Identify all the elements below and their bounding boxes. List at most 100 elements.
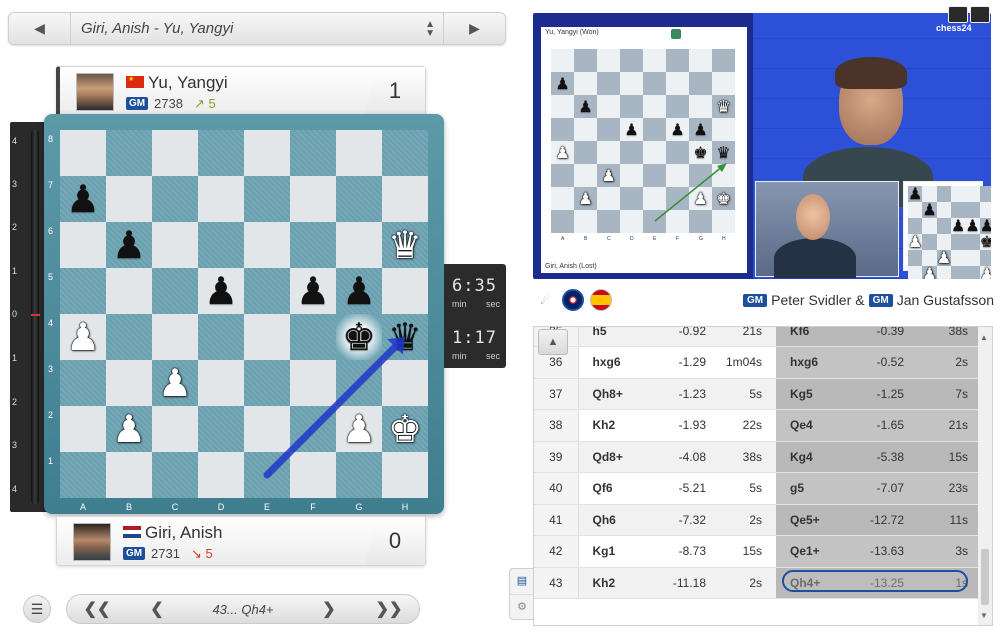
board-square[interactable] [382,360,428,406]
black-king-icon[interactable]: ♚ [342,318,376,356]
board-square[interactable] [290,314,336,360]
white-move[interactable]: Qh8+ [578,378,636,410]
board-square[interactable] [244,360,290,406]
scrollbar[interactable]: ▲ ▼ [978,327,992,625]
board-square[interactable] [60,452,106,498]
board-square[interactable] [965,250,980,266]
white-pawn-icon[interactable]: ♟ [937,250,951,266]
board-square[interactable] [106,314,152,360]
board-square[interactable] [244,130,290,176]
board-square[interactable]: ♟ [908,186,923,202]
black-pawn-icon[interactable]: ♟ [342,272,376,310]
board-square[interactable] [936,186,952,202]
board-square[interactable] [152,268,198,314]
board-square[interactable] [244,452,290,498]
board-square[interactable]: ♟ [951,218,966,234]
board-square[interactable] [922,234,937,250]
black-pawn-icon[interactable]: ♟ [922,202,936,218]
board-square[interactable] [152,406,198,452]
board-square[interactable] [60,222,106,268]
board-square[interactable]: ♟ [336,268,382,314]
board-square[interactable] [198,222,244,268]
board-square[interactable] [382,176,428,222]
white-move[interactable]: hxg6 [578,346,636,379]
board-square[interactable] [60,130,106,176]
black-pawn-icon[interactable]: ♟ [296,272,330,310]
board-square[interactable] [382,452,428,498]
board-square[interactable] [290,222,336,268]
board-square[interactable] [106,268,152,314]
prev-game-button[interactable]: ◀ [9,13,71,44]
board-square[interactable] [244,176,290,222]
board-square[interactable]: ♟ [336,406,382,452]
prev-move-button[interactable]: ❮ [127,595,187,623]
scroll-up-icon[interactable]: ▲ [980,333,988,342]
scroll-to-top-button[interactable]: ▲ [538,329,568,355]
board-square[interactable] [152,452,198,498]
white-move[interactable]: Qf6 [578,472,636,505]
board-square[interactable]: ♚ [979,234,991,250]
board-square[interactable]: ♟ [922,202,937,218]
popout-icon[interactable] [970,6,990,23]
board-square[interactable]: ♟ [106,406,152,452]
board-square[interactable] [198,314,244,360]
black-move[interactable]: Qe5+ [776,504,834,536]
board-square[interactable] [198,360,244,406]
next-game-button[interactable]: ▶ [443,13,505,44]
fullscreen-icon[interactable] [948,6,968,23]
black-move[interactable]: g5 [776,472,834,505]
white-move[interactable]: h5 [578,327,636,347]
board-square[interactable]: ♟ [908,234,923,250]
board-square[interactable]: ♟ [106,222,152,268]
board-square[interactable]: ♛ [382,314,428,360]
white-king-icon[interactable]: ♚ [388,410,422,448]
white-move[interactable]: Kg1 [578,535,636,568]
black-move[interactable]: Qe4 [776,409,834,442]
white-pawn-icon[interactable]: ♟ [342,410,376,448]
board-square[interactable] [979,186,991,202]
black-pawn-icon[interactable]: ♟ [204,272,238,310]
board-square[interactable] [951,250,966,266]
board-square[interactable] [290,452,336,498]
board-square[interactable] [106,452,152,498]
commentator-name[interactable]: Jan Gustafsson [897,292,994,308]
board-square[interactable] [198,130,244,176]
engine-tab-icon[interactable]: ⚙ [510,594,534,619]
board-square[interactable]: ♟ [198,268,244,314]
board-square[interactable] [244,222,290,268]
board-square[interactable] [244,268,290,314]
board-square[interactable] [936,218,952,234]
uk-flag-icon[interactable] [562,289,584,311]
black-pawn-icon[interactable]: ♟ [908,186,922,202]
board-square[interactable]: ♟ [922,266,937,279]
board-square[interactable] [198,452,244,498]
board-square[interactable] [936,266,952,279]
notation-tab-icon[interactable]: ▤ [510,569,534,594]
video-player[interactable]: chess24 Yu, Yangyi (Won) ♟ ♟ ♛ ♟ ♟ ♟ ♟ ♚ ♛ ♟ ♟ ♟ ♚ A… [533,13,991,279]
black-queen-icon[interactable]: ♛ [388,318,422,356]
first-move-button[interactable]: ❮❮ [67,595,127,623]
board-square[interactable] [908,202,923,218]
board-square[interactable] [60,406,106,452]
white-pawn-icon[interactable]: ♟ [980,266,991,280]
board-square[interactable] [951,266,966,279]
board-square[interactable]: ♟ [979,266,991,280]
black-move[interactable]: Qe1+ [776,535,834,568]
white-queen-icon[interactable]: ♛ [388,226,422,264]
board-square[interactable] [951,234,966,250]
white-move[interactable]: Qd8+ [578,441,636,473]
black-pawn-icon[interactable]: ♟ [951,218,965,234]
board-square[interactable] [152,314,198,360]
board-square[interactable] [336,360,382,406]
board-square[interactable] [382,268,428,314]
board-square[interactable]: ♛ [382,222,428,268]
board-square[interactable] [198,176,244,222]
black-move[interactable]: Kg4 [776,441,834,473]
white-pawn-icon[interactable]: ♟ [158,364,192,402]
black-king-icon[interactable]: ♚ [980,234,991,250]
white-pawn-icon[interactable]: ♟ [112,410,146,448]
board-square[interactable] [106,360,152,406]
board-square[interactable] [106,176,152,222]
board-square[interactable]: ♟ [60,176,106,222]
next-move-button[interactable]: ❯ [299,595,359,623]
